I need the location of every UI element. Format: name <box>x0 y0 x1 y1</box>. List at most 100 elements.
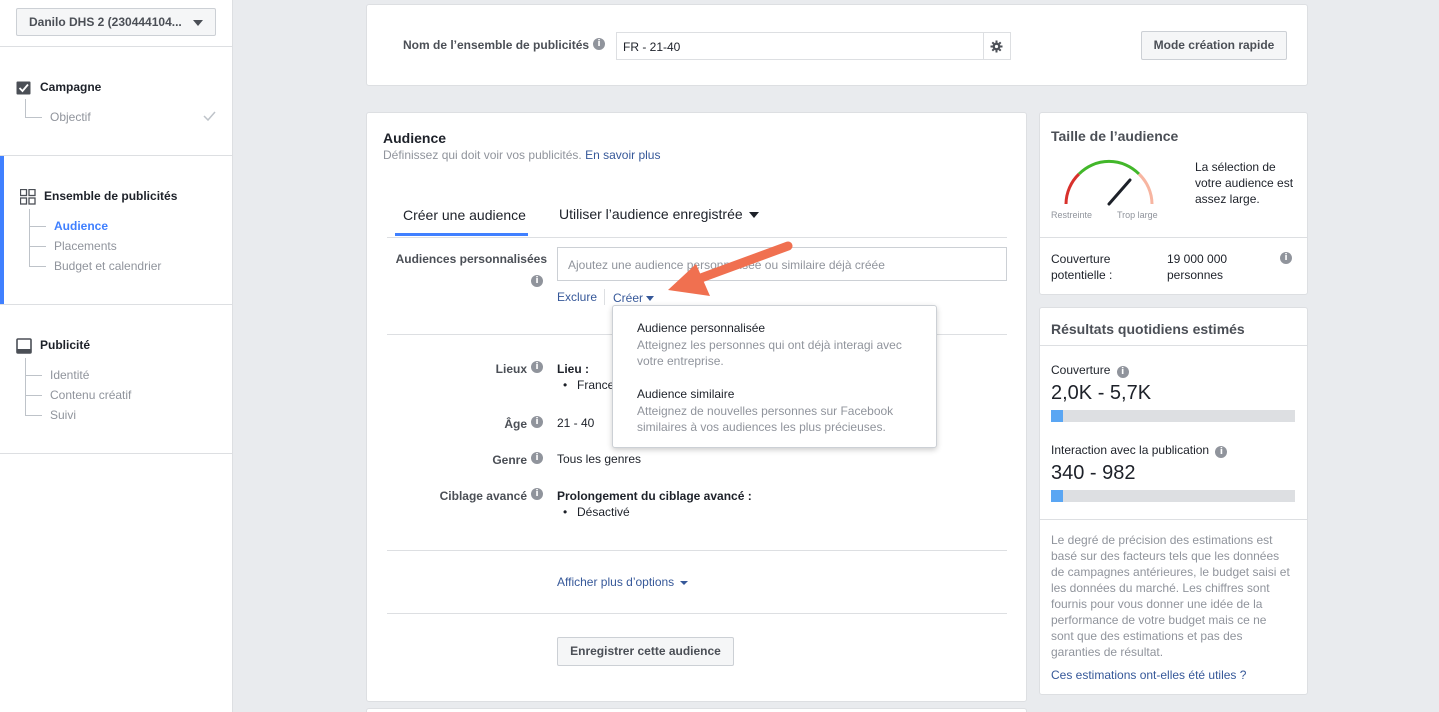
tab-saved-audience[interactable]: Utiliser l’audience enregistrée <box>559 206 759 222</box>
tree-line <box>29 246 46 247</box>
tree-line <box>25 395 42 396</box>
audience-size-card: Taille de l’audience Restreinte Trop lar… <box>1039 112 1308 295</box>
custom-audiences-label: Audiences personnalisées <box>395 252 547 266</box>
audience-gauge-icon <box>1064 159 1154 206</box>
location-heading: Lieu : <box>557 362 589 376</box>
tabs-divider <box>387 237 1007 238</box>
info-icon[interactable]: i <box>531 416 543 428</box>
tree-line <box>25 99 26 117</box>
caret-down-icon <box>679 580 688 585</box>
tree-line <box>25 358 26 415</box>
more-options-link[interactable]: Afficher plus d’options <box>557 575 688 589</box>
adset-name-label: Nom de l’ensemble de publicités <box>403 38 590 52</box>
audience-subtitle-text: Définissez qui doit voir vos publicités. <box>383 148 582 162</box>
reach-label-text: Couverture <box>1051 363 1111 377</box>
dropdown-item-desc: Atteignez les personnes qui ont déjà int… <box>637 338 902 352</box>
tab-saved-label: Utiliser l’audience enregistrée <box>559 206 743 222</box>
sidebar-item-audience[interactable]: Audience <box>54 219 108 233</box>
audience-size-description: La sélection de votre audience est assez… <box>1195 159 1293 207</box>
age-label: Âge <box>504 417 527 431</box>
tree-line <box>29 209 30 266</box>
info-icon[interactable]: i <box>1280 252 1292 264</box>
sidebar-adset-title[interactable]: Ensemble de publicités <box>44 189 177 203</box>
caret-down-icon <box>748 212 759 219</box>
divider <box>387 613 1007 614</box>
daily-reach-value: 2,0K - 5,7K <box>1051 382 1152 404</box>
gear-icon[interactable] <box>990 40 1003 53</box>
dropdown-item-desc: votre entreprise. <box>637 354 724 368</box>
reach-label-line: potentielle : <box>1051 268 1113 282</box>
save-audience-button[interactable]: Enregistrer cette audience <box>557 637 734 666</box>
tree-line <box>25 117 42 118</box>
sidebar-item-placements[interactable]: Placements <box>54 239 117 253</box>
divider <box>1040 519 1307 520</box>
reach-value-line: personnes <box>1167 268 1224 282</box>
daily-results-title: Résultats quotidiens estimés <box>1051 321 1245 337</box>
info-icon[interactable]: i <box>531 452 543 464</box>
engagement-progress-bar <box>1051 490 1295 502</box>
engagement-value: 340 - 982 <box>1051 462 1136 484</box>
gauge-left-label: Restreinte <box>1051 210 1093 220</box>
advanced-bullet: • <box>563 505 568 519</box>
sidebar-ad-title[interactable]: Publicité <box>40 338 90 352</box>
divider <box>0 304 233 305</box>
chevron-down-icon <box>193 20 203 26</box>
sidebar-item-identite[interactable]: Identité <box>50 368 89 382</box>
info-icon[interactable]: i <box>531 275 543 287</box>
info-icon[interactable]: i <box>593 38 605 50</box>
tree-line <box>25 415 42 416</box>
disclaimer-line: fournis pour vous donner une idée de la <box>1051 597 1263 611</box>
next-card-edge <box>366 708 1027 712</box>
dropdown-item-lookalike-audience[interactable]: Audience similaire Atteignez de nouvelle… <box>637 387 893 435</box>
check-icon <box>203 111 216 121</box>
divider <box>604 289 605 305</box>
ad-icon <box>16 338 32 354</box>
engagement-label-text: Interaction avec la publication <box>1051 443 1210 457</box>
info-icon[interactable]: i <box>531 488 543 500</box>
location-value: France <box>577 378 615 392</box>
tree-line <box>25 375 42 376</box>
exclude-link[interactable]: Exclure <box>557 290 597 304</box>
description-line: La sélection de <box>1195 160 1276 174</box>
sidebar-item-budget[interactable]: Budget et calendrier <box>54 259 161 273</box>
reach-progress-bar <box>1051 410 1295 422</box>
adset-name-input[interactable]: FR - 21-40 <box>616 32 1011 60</box>
sidebar-item-suivi[interactable]: Suivi <box>50 408 76 422</box>
divider <box>1040 345 1307 346</box>
tab-create-audience[interactable]: Créer une audience <box>403 207 526 223</box>
reach-label-line: Couverture <box>1051 252 1111 266</box>
gauge-right-label: Trop large <box>1117 210 1158 220</box>
reach-value-line: 19 000 000 <box>1167 252 1228 266</box>
annotation-arrow-icon <box>668 241 793 296</box>
dropdown-item-custom-audience[interactable]: Audience personnalisée Atteignez les per… <box>637 321 902 369</box>
dropdown-item-desc: Atteignez de nouvelles personnes sur Fac… <box>637 404 894 418</box>
account-name: Danilo DHS 2 (230444104... <box>29 15 182 29</box>
locations-label: Lieux <box>495 362 527 376</box>
feedback-link[interactable]: Ces estimations ont-elles été utiles ? <box>1051 668 1246 682</box>
tree-line <box>29 266 46 267</box>
account-select[interactable]: Danilo DHS 2 (230444104... <box>16 8 216 36</box>
dropdown-item-title: Audience personnalisée <box>637 321 766 335</box>
quick-mode-button[interactable]: Mode création rapide <box>1141 31 1287 60</box>
info-icon[interactable]: i <box>531 361 543 373</box>
audience-title: Audience <box>383 130 447 146</box>
divider <box>0 453 233 454</box>
daily-reach-label: Couverture i <box>1051 363 1129 378</box>
advanced-heading: Prolongement du ciblage avancé : <box>557 489 752 503</box>
create-dropdown-button[interactable]: Créer <box>613 291 655 305</box>
sidebar-item-contenu[interactable]: Contenu créatif <box>50 388 131 402</box>
sidebar-item-objectif[interactable]: Objectif <box>50 110 91 124</box>
advanced-value: Désactivé <box>577 505 630 519</box>
learn-more-link[interactable]: En savoir plus <box>585 148 660 162</box>
potential-reach-value: 19 000 000 personnes <box>1167 251 1227 283</box>
divider <box>0 155 233 156</box>
info-icon[interactable]: i <box>1116 366 1129 378</box>
sidebar-campaign-title[interactable]: Campagne <box>40 80 101 94</box>
audience-size-title: Taille de l’audience <box>1051 128 1179 144</box>
create-label: Créer <box>613 291 644 305</box>
sidebar: Danilo DHS 2 (230444104... Campagne Obje… <box>0 0 233 712</box>
tree-line <box>29 226 46 227</box>
gender-label: Genre <box>492 453 527 467</box>
info-icon[interactable]: i <box>1215 446 1228 458</box>
gender-value: Tous les genres <box>557 452 642 466</box>
